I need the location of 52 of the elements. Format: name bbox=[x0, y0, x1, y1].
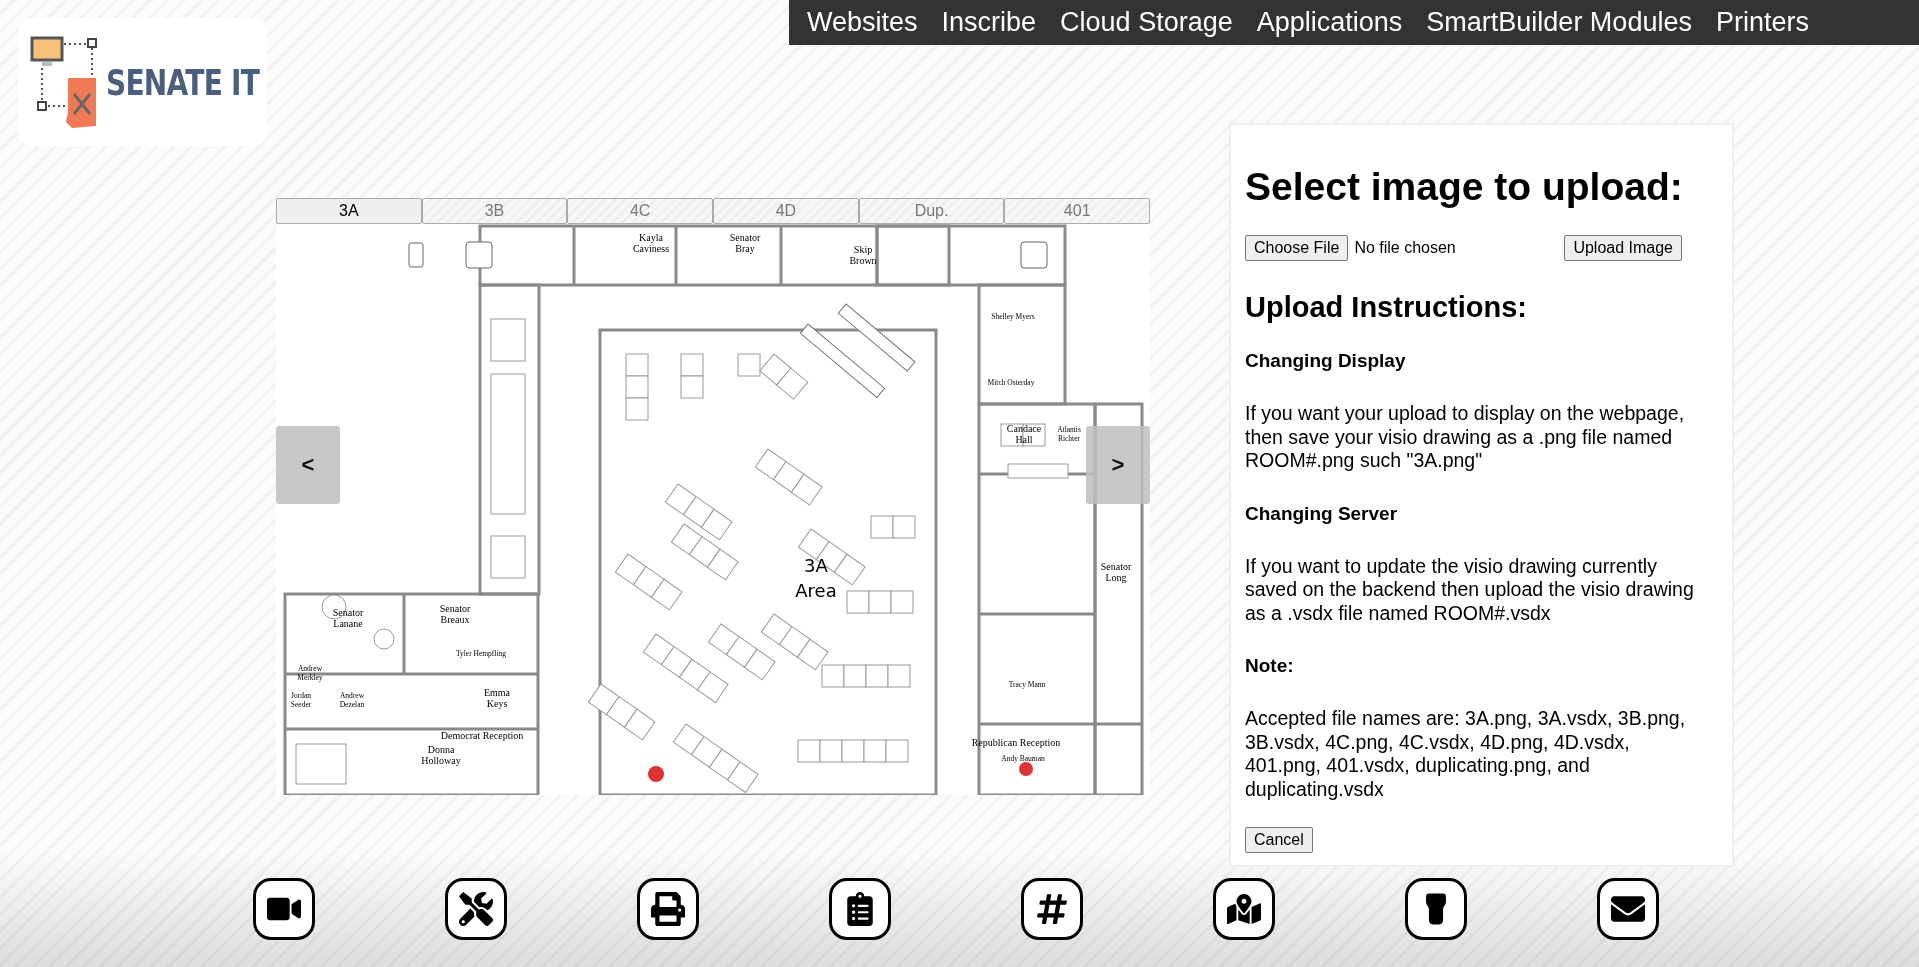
nav-link[interactable]: SmartBuilder Modules bbox=[1414, 7, 1704, 38]
upload-title: Select image to upload: bbox=[1245, 165, 1684, 209]
floor-tab[interactable]: 4D bbox=[713, 198, 859, 224]
tools-icon bbox=[459, 892, 493, 926]
room-label: Emma Keys bbox=[483, 687, 511, 709]
choose-file-button[interactable]: Choose File bbox=[1245, 235, 1349, 261]
shortcut-button[interactable] bbox=[637, 878, 699, 940]
shortcut-button[interactable] bbox=[1405, 878, 1467, 940]
section-text: If you want to update the visio drawing currently saved on the backend then upload the visio drawing as a .vsdx file named ROOM#.vsdx bbox=[1245, 554, 1695, 625]
instructions-heading: Upload Instructions: bbox=[1245, 291, 1528, 324]
nav-link[interactable]: Websites bbox=[795, 7, 930, 38]
nav-link[interactable]: Applications bbox=[1244, 7, 1415, 38]
nav-link[interactable]: Inscribe bbox=[929, 7, 1049, 38]
floor-tab[interactable]: 3B bbox=[421, 198, 568, 224]
room-label: Skip Brown bbox=[849, 244, 877, 266]
section-text: Accepted file names are: 3A.png, 3A.vsdx, 3B.png, 3B.vsdx, 4C.png, 4C.vsdx, 4D.png, 4D.vsdx, 401.png, 401.vsdx, duplicating.png, and duplicating.vsdx bbox=[1245, 707, 1687, 801]
shortcut-button[interactable] bbox=[829, 878, 891, 940]
section-heading: Note: bbox=[1245, 655, 1295, 677]
room-label: Senator Breaux bbox=[439, 603, 471, 625]
room-label: Senator Long bbox=[1100, 561, 1132, 583]
shortcut-button[interactable] bbox=[253, 878, 315, 940]
nav-link[interactable]: Cloud Storage bbox=[1048, 7, 1245, 38]
shortcut-button[interactable] bbox=[445, 878, 507, 940]
section-heading: Changing Server bbox=[1245, 502, 1399, 525]
logo-card[interactable]: SENATE IT bbox=[18, 18, 267, 146]
floor-tab[interactable]: 4C bbox=[567, 198, 713, 224]
printer-icon bbox=[651, 892, 685, 926]
room-label: Republican Reception bbox=[971, 737, 1061, 748]
room-label: Donna Holloway bbox=[421, 744, 461, 766]
nav-link[interactable]: Printers bbox=[1703, 7, 1821, 38]
room-label: Kayla Caviness bbox=[632, 232, 670, 254]
next-button[interactable]: > bbox=[1086, 426, 1150, 504]
room-label: Democrat Reception bbox=[440, 730, 524, 741]
floor-tab[interactable]: 401 bbox=[1004, 198, 1151, 224]
logo-text: SENATE IT bbox=[106, 61, 260, 103]
hashtag-icon bbox=[1035, 892, 1069, 926]
shortcut-button[interactable] bbox=[1021, 878, 1083, 940]
shortcut-button[interactable] bbox=[1213, 878, 1275, 940]
upload-button[interactable]: Upload Image bbox=[1564, 235, 1682, 261]
floor-tab[interactable]: Dup. bbox=[858, 198, 1005, 224]
shortcut-button[interactable] bbox=[1597, 878, 1659, 940]
map-marker-icon bbox=[1227, 892, 1261, 926]
room-label: Senator Bray bbox=[729, 232, 761, 254]
section-heading: Changing Display bbox=[1245, 350, 1407, 372]
floor-tab[interactable]: 3A bbox=[276, 198, 422, 224]
previous-button[interactable]: < bbox=[276, 426, 340, 504]
room-label: Senator Lanane bbox=[332, 607, 364, 629]
section-text: If you want your upload to display on the webpage, then save your visio drawing as a .png file named ROOM#.png such "3A.png" bbox=[1245, 402, 1686, 473]
file-status: No file chosen bbox=[1354, 239, 1457, 257]
cancel-button[interactable]: Cancel bbox=[1245, 827, 1313, 853]
area-label: 3A Area bbox=[795, 555, 837, 601]
room-label: Candace Hall bbox=[1006, 423, 1042, 445]
